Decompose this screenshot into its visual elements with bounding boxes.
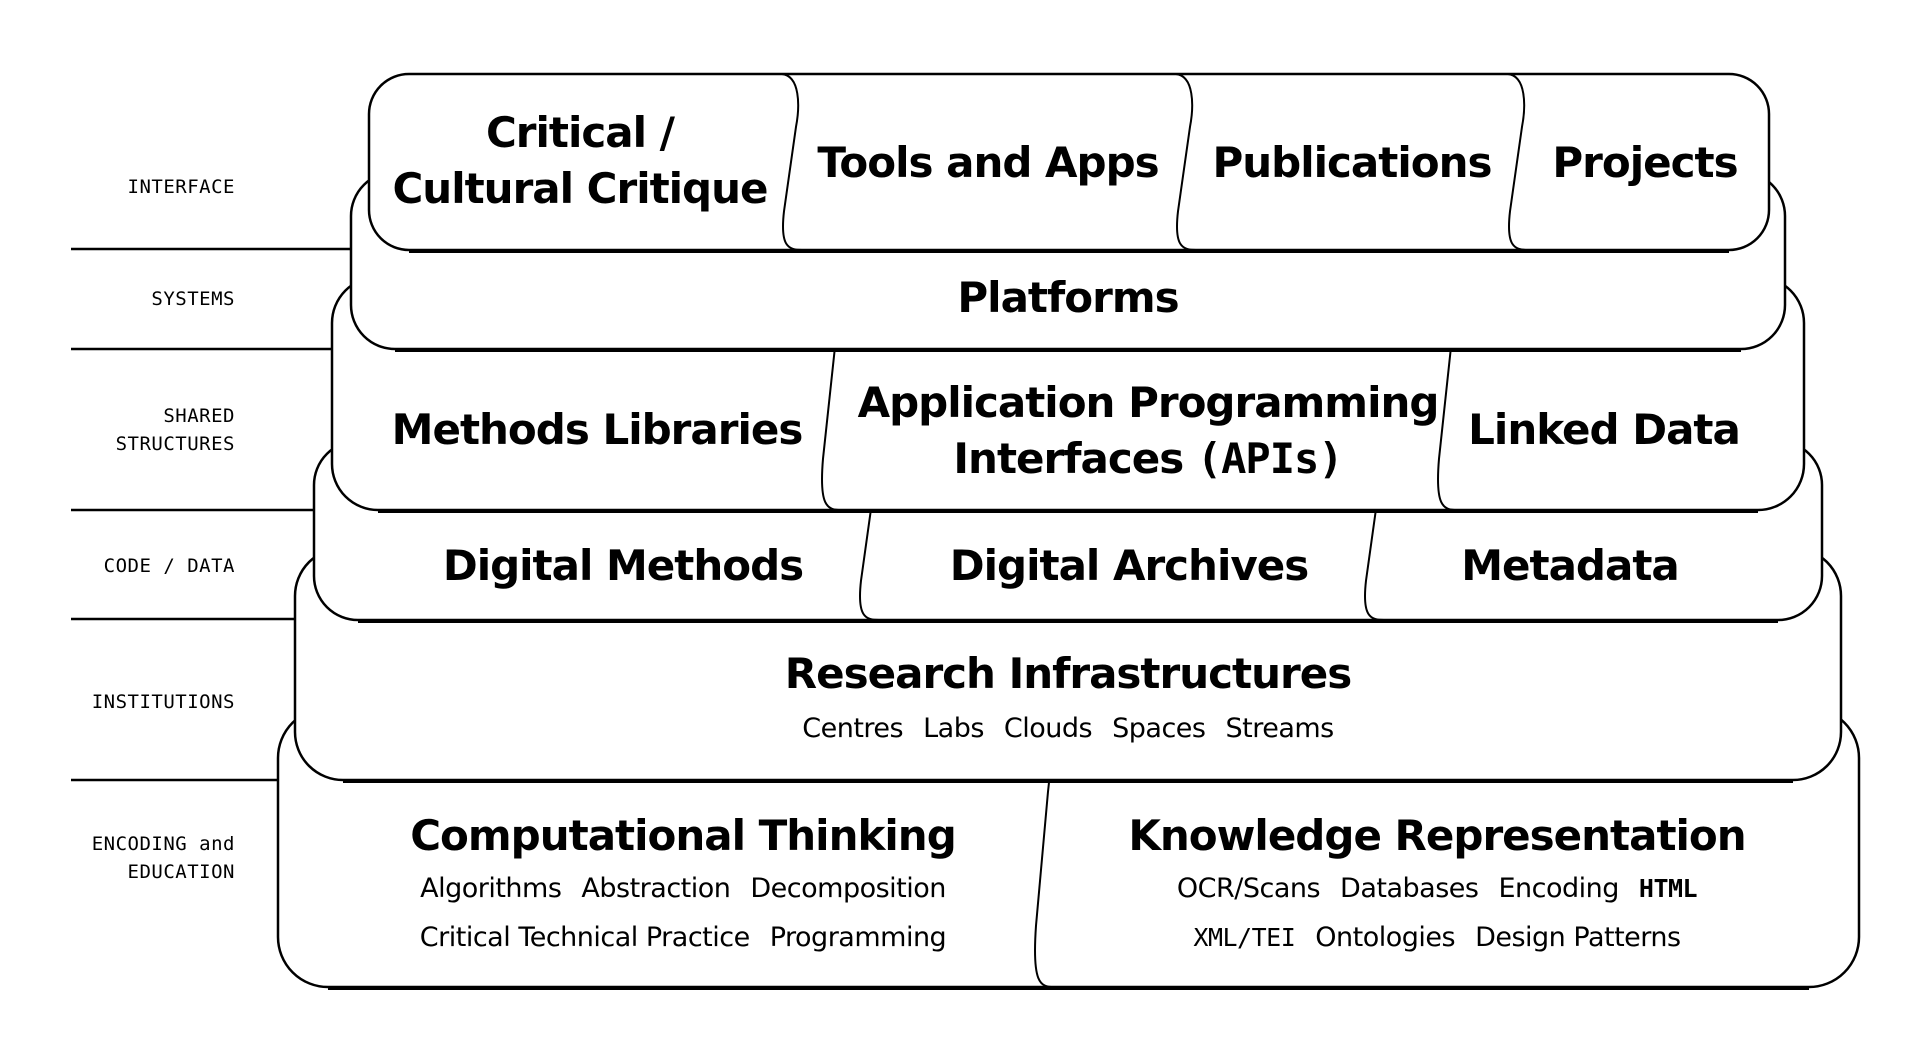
cell-tools-and-apps: Tools and Apps [817, 135, 1159, 191]
item-algorithms: Algorithms [420, 873, 562, 904]
label-line: ENCODING and [91, 833, 235, 855]
computational-thinking-items-row1: Algorithms Abstraction Decomposition [410, 871, 956, 907]
cell-title-line: Digital Methods [442, 541, 804, 590]
label-line: CODE / DATA [103, 555, 235, 577]
cell-title-line: Interfaces (APIs) [858, 431, 1439, 487]
item-clouds: Clouds [1003, 713, 1093, 744]
cell-title-line: Critical / [485, 108, 675, 157]
cell-title-line: Application Programming [857, 378, 1440, 427]
cell-title-line: Linked Data [1468, 405, 1741, 454]
research-infrastructures-items: Centres Labs Clouds Spaces Streams [792, 711, 1343, 747]
label-line: SHARED [163, 405, 235, 427]
cell-publications: Publications [1212, 135, 1492, 191]
item-xml-tei: XML/TEI [1193, 923, 1296, 952]
item-databases: Databases [1340, 873, 1479, 904]
cell-knowledge-representation: Knowledge Representation [1128, 808, 1746, 864]
cell-platforms: Platforms [957, 270, 1179, 326]
cell-title-line: Digital Archives [949, 541, 1309, 590]
item-ontologies: Ontologies [1315, 922, 1456, 953]
label-line: EDUCATION [127, 861, 235, 883]
cell-title-line: Knowledge Representation [1128, 811, 1746, 860]
cell-title-line: Research Infrastructures [784, 649, 1352, 698]
layer-label-systems: SYSTEMS [151, 285, 235, 313]
cell-research-infrastructures: Research Infrastructures [784, 646, 1352, 702]
layer-label-institutions: INSTITUTIONS [92, 688, 235, 716]
computational-thinking-items-row2: Critical Technical Practice Programming [410, 920, 956, 956]
item-html: HTML [1638, 874, 1698, 903]
cell-computational-thinking: Computational Thinking [410, 808, 957, 864]
cell-critical-cultural-critique: Critical / Cultural Critique [392, 105, 768, 217]
cell-digital-archives: Digital Archives [949, 538, 1309, 594]
cell-title-line: Computational Thinking [410, 811, 957, 860]
cell-apis: Application Programming Interfaces (APIs… [857, 375, 1440, 487]
cell-methods-libraries: Methods Libraries [391, 402, 804, 458]
item-abstraction: Abstraction [581, 873, 731, 904]
item-streams: Streams [1225, 713, 1334, 744]
item-design-patterns: Design Patterns [1475, 922, 1681, 953]
cell-title-line: Methods Libraries [391, 405, 804, 454]
item-labs: Labs [923, 713, 984, 744]
label-line: SYSTEMS [151, 288, 235, 310]
cell-title-line: Projects [1552, 138, 1738, 187]
item-programming: Programming [769, 922, 947, 953]
label-line: INSTITUTIONS [91, 691, 235, 713]
cell-title-line: Tools and Apps [817, 138, 1159, 187]
cell-title-line: Publications [1212, 138, 1492, 187]
cell-title-line: Cultural Critique [392, 164, 768, 213]
cell-linked-data: Linked Data [1468, 402, 1741, 458]
layer-label-interface: INTERFACE [128, 173, 235, 201]
layer-label-code-data: CODE / DATA [104, 552, 235, 580]
knowledge-representation-items-row2: XML/TEI Ontologies Design Patterns [1183, 920, 1690, 956]
cell-title-text: Interfaces [953, 434, 1184, 483]
apis-abbreviation: (APIs) [1196, 434, 1344, 483]
layer-label-shared-structures: SHARED STRUCTURES [116, 402, 235, 458]
layer-label-encoding-education: ENCODING and EDUCATION [92, 830, 235, 886]
cell-digital-methods: Digital Methods [442, 538, 804, 594]
item-centres: Centres [802, 713, 904, 744]
item-spaces: Spaces [1112, 713, 1206, 744]
label-line: INTERFACE [127, 176, 235, 198]
item-ocr-scans: OCR/Scans [1176, 873, 1321, 904]
item-critical-technical-practice: Critical Technical Practice [419, 922, 750, 953]
item-encoding: Encoding [1498, 873, 1619, 904]
cell-projects: Projects [1552, 135, 1738, 191]
cell-metadata: Metadata [1461, 538, 1680, 594]
item-decomposition: Decomposition [750, 873, 946, 904]
label-line: STRUCTURES [115, 433, 235, 455]
cell-title-line: Metadata [1461, 541, 1680, 590]
knowledge-representation-items-row1: OCR/Scans Databases Encoding HTML [1167, 871, 1707, 907]
cell-title-line: Platforms [957, 273, 1179, 322]
